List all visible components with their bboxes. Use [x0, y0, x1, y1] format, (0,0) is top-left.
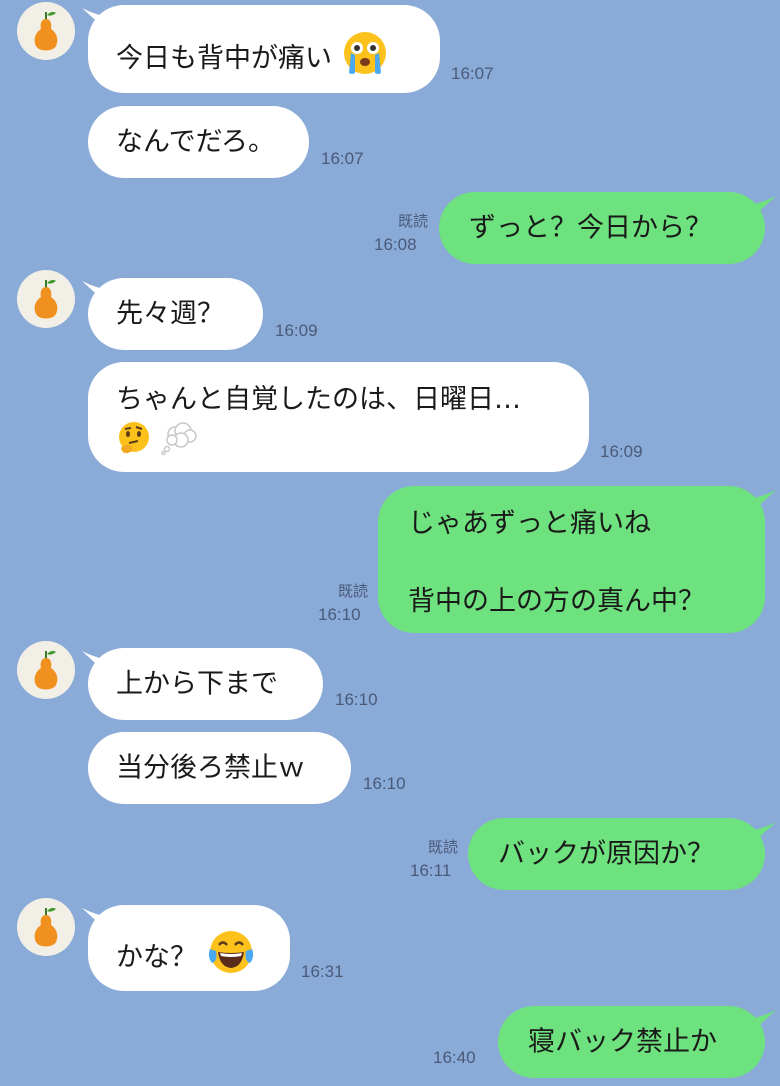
message-timestamp: 16:11 — [410, 861, 452, 880]
read-receipt: 既読 — [337, 582, 368, 600]
message-bubble-incoming[interactable]: ちゃんと自覚したのは、日曜日… — [88, 362, 589, 472]
message-timestamp: 16:10 — [318, 605, 361, 624]
message-bubble-incoming[interactable]: 上から下まで — [88, 648, 323, 720]
bubble-tail — [754, 822, 776, 842]
message-text-line: 背中の上の方の真ん中？ — [408, 586, 705, 617]
laughing-crying-face-emoji — [206, 927, 256, 989]
message-bubble-outgoing[interactable]: バックが原因か？ — [468, 818, 765, 890]
thinking-face-emoji — [116, 420, 152, 468]
message-timestamp: 16:09 — [600, 442, 643, 461]
message-timestamp: 16:10 — [335, 690, 378, 709]
thought-balloon-emoji — [160, 420, 199, 468]
message-text: 今日も背中が痛い — [116, 43, 332, 74]
read-receipt: 既読 — [397, 212, 428, 230]
contact-avatar[interactable] — [17, 270, 75, 328]
message-timestamp: 16:10 — [363, 774, 406, 793]
contact-avatar[interactable] — [17, 641, 75, 699]
message-bubble-incoming[interactable]: かな？ — [88, 905, 290, 991]
message-text: 先々週？ — [116, 298, 224, 330]
message-text-line: じゃあずっと痛いね — [408, 508, 651, 539]
message-timestamp: 16:31 — [301, 962, 344, 981]
bubble-tail — [754, 196, 776, 216]
message-text: 寝バック禁止か — [528, 1026, 717, 1058]
read-receipt: 既読 — [427, 838, 458, 856]
message-text: ちゃんと自覚したのは、日曜日… — [116, 384, 521, 415]
pear-icon — [34, 650, 58, 690]
message-timestamp: 16:07 — [321, 149, 364, 168]
bubble-tail — [754, 1010, 776, 1030]
message-bubble-incoming[interactable]: 今日も背中が痛い — [88, 5, 440, 93]
bubble-tail — [754, 490, 776, 510]
message-bubble-outgoing[interactable]: ずっと？今日から？ — [439, 192, 765, 264]
message-text: 上から下まで — [116, 668, 278, 700]
message-timestamp: 16:08 — [374, 235, 417, 254]
pear-icon — [34, 279, 58, 319]
message-bubble-outgoing[interactable]: 寝バック禁止か — [498, 1006, 765, 1078]
message-timestamp: 16:07 — [451, 64, 494, 83]
pear-icon — [34, 907, 58, 947]
message-text: バックが原因か？ — [498, 838, 714, 870]
contact-avatar[interactable] — [17, 2, 75, 60]
message-text: かな？ — [116, 942, 197, 973]
message-bubble-incoming[interactable]: 先々週？ — [88, 278, 263, 350]
message-text: なんでだろ。 — [116, 126, 276, 158]
message-text: ずっと？今日から？ — [469, 212, 712, 244]
crying-face-emoji — [341, 29, 389, 89]
message-timestamp: 16:40 — [433, 1048, 476, 1067]
message-text: 当分後ろ禁止ｗ — [116, 752, 305, 784]
message-timestamp: 16:09 — [275, 321, 318, 340]
message-bubble-incoming[interactable]: なんでだろ。 — [88, 106, 309, 178]
contact-avatar[interactable] — [17, 898, 75, 956]
pear-icon — [34, 11, 58, 51]
message-bubble-outgoing[interactable]: じゃあずっと痛いね 背中の上の方の真ん中？ — [378, 486, 765, 633]
emoji-row — [116, 420, 589, 456]
message-bubble-incoming[interactable]: 当分後ろ禁止ｗ — [88, 732, 351, 804]
